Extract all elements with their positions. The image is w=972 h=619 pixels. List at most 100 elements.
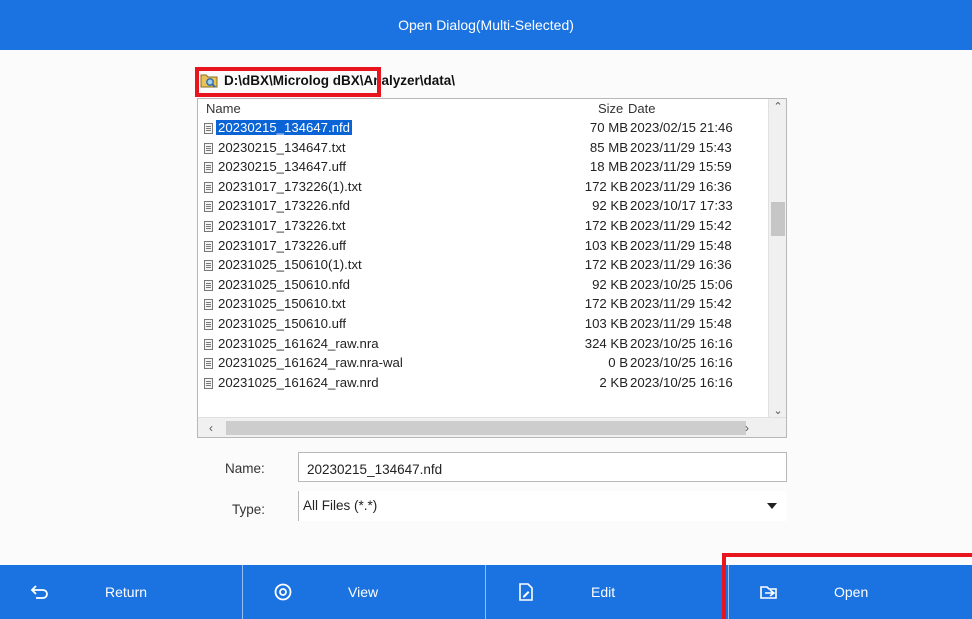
- file-row[interactable]: 20231025_150610.nfd 92 KB 2023/10/25 15:06: [198, 276, 768, 296]
- file-row[interactable]: 20230215_134647.uff 18 MB 2023/11/29 15:59: [198, 158, 768, 178]
- file-name: 20231025_150610.uff: [218, 315, 347, 331]
- file-list[interactable]: Name Size Date 20230215_134647.nfd 70 MB 2…: [197, 98, 787, 438]
- file-size: 2 KB: [599, 374, 628, 390]
- file-name: 20231025_161624_raw.nra: [218, 335, 379, 351]
- file-name: 20231017_173226.uff: [218, 237, 347, 253]
- file-name: 20230215_134647.uff: [218, 159, 347, 175]
- file-rows: 20230215_134647.nfd 70 MB 2023/02/15 21:46…: [198, 119, 768, 393]
- file-row[interactable]: 20231025_150610(1).txt 172 KB 2023/11/29 1…: [198, 256, 768, 276]
- file-icon: [204, 279, 213, 291]
- column-header-size[interactable]: Size: [598, 101, 623, 117]
- file-date: 2023/11/29 15:48: [630, 237, 732, 253]
- file-size: 0 B: [608, 355, 628, 371]
- name-label: Name:: [225, 461, 265, 476]
- horizontal-scroll-thumb[interactable]: [226, 421, 746, 435]
- type-label: Type:: [232, 502, 266, 517]
- file-type-select[interactable]: All Files (*.*): [298, 491, 787, 521]
- file-name-field[interactable]: [298, 452, 787, 482]
- file-size: 70 MB: [589, 120, 628, 135]
- horizontal-scrollbar[interactable]: ‹ ›: [198, 417, 786, 437]
- file-name: 20231017_173226.txt: [218, 217, 346, 233]
- file-row[interactable]: 20231025_161624_raw.nra-wal 0 B 2023/10/25…: [198, 354, 768, 374]
- file-size: 103 KB: [584, 237, 628, 253]
- bottom-toolbar: Return View Edit Open: [0, 565, 972, 619]
- file-date: 2023/10/25 16:16: [630, 374, 733, 390]
- open-label: Open: [834, 584, 869, 600]
- file-row[interactable]: 20231017_173226.uff 103 KB 2023/11/29 15:4…: [198, 237, 768, 257]
- folder-search-icon: [200, 74, 218, 88]
- view-label: View: [348, 584, 379, 600]
- column-header-name[interactable]: Name: [206, 101, 241, 117]
- open-folder-icon: [760, 586, 777, 599]
- file-date: 2023/02/15 21:46: [630, 120, 733, 135]
- file-name: 20231017_173226.nfd: [218, 198, 351, 214]
- file-row[interactable]: 20230215_134647.nfd 70 MB 2023/02/15 21:46: [198, 119, 768, 139]
- dropdown-caret-icon[interactable]: [767, 503, 777, 509]
- file-icon: [204, 201, 213, 213]
- file-icon: [204, 377, 213, 389]
- file-size: 18 MB: [589, 159, 628, 175]
- window-title: Open Dialog(Multi-Selected): [398, 17, 574, 33]
- file-name: 20231017_173226(1).txt: [218, 178, 362, 194]
- file-icon: [204, 318, 213, 330]
- return-button[interactable]: Return: [0, 565, 243, 619]
- view-button[interactable]: View: [243, 565, 486, 619]
- vertical-scrollbar[interactable]: ⌃ ⌄: [768, 99, 786, 419]
- file-date: 2023/10/25 15:06: [630, 276, 733, 292]
- column-header-date[interactable]: Date: [628, 101, 655, 117]
- return-label: Return: [105, 584, 148, 600]
- scroll-left-icon[interactable]: ‹: [202, 418, 220, 437]
- file-date: 2023/11/29 16:36: [630, 257, 732, 273]
- file-row[interactable]: 20231025_161624_raw.nrd 2 KB 2023/10/25 16…: [198, 374, 768, 394]
- return-icon: [30, 585, 48, 599]
- file-size: 103 KB: [584, 315, 628, 331]
- file-name: 20231025_150610(1).txt: [218, 257, 362, 273]
- file-icon: [204, 240, 213, 252]
- file-row[interactable]: 20231025_150610.uff 103 KB 2023/11/29 15:4…: [198, 315, 768, 335]
- file-size: 92 KB: [592, 198, 628, 214]
- vertical-scroll-thumb[interactable]: [771, 202, 785, 236]
- file-date: 2023/11/29 15:43: [630, 139, 732, 155]
- file-row[interactable]: 20230215_134647.txt 85 MB 2023/11/29 15:43: [198, 139, 768, 159]
- file-icon: [204, 220, 213, 232]
- file-size: 92 KB: [592, 276, 628, 292]
- dialog-body: D:\dBX\Microlog dBX\Analyzer\data\ Name …: [0, 50, 972, 565]
- open-button[interactable]: Open: [729, 565, 972, 619]
- file-row[interactable]: 20231017_173226.nfd 92 KB 2023/10/17 17:33: [198, 197, 768, 217]
- file-name: 20231025_150610.txt: [218, 296, 346, 312]
- file-name: 20230215_134647.nfd: [216, 120, 353, 135]
- file-size: 85 MB: [589, 139, 628, 155]
- file-size: 172 KB: [584, 257, 628, 273]
- file-date: 2023/11/29 15:48: [630, 315, 732, 331]
- scroll-right-icon[interactable]: ›: [738, 418, 756, 437]
- file-date: 2023/11/29 15:42: [630, 217, 732, 233]
- file-type-value: All Files (*.*): [303, 498, 378, 513]
- file-date: 2023/10/25 16:16: [630, 355, 733, 371]
- file-row[interactable]: 20231017_173226.txt 172 KB 2023/11/29 15:4…: [198, 217, 768, 237]
- file-date: 2023/11/29 16:36: [630, 178, 732, 194]
- file-date: 2023/10/17 17:33: [630, 198, 733, 214]
- file-name: 20231025_161624_raw.nrd: [218, 374, 379, 390]
- file-icon: [204, 358, 213, 370]
- edit-label: Edit: [591, 584, 616, 600]
- current-path: D:\dBX\Microlog dBX\Analyzer\data\: [200, 70, 455, 90]
- path-text: D:\dBX\Microlog dBX\Analyzer\data\: [224, 72, 456, 88]
- window-title-bar: Open Dialog(Multi-Selected): [0, 0, 972, 50]
- file-name: 20230215_134647.txt: [218, 139, 346, 155]
- file-icon: [204, 260, 213, 272]
- edit-document-icon: [519, 583, 533, 601]
- edit-button[interactable]: Edit: [486, 565, 729, 619]
- file-size: 324 KB: [584, 335, 628, 351]
- file-row[interactable]: 20231025_150610.txt 172 KB 2023/11/29 15:4…: [198, 295, 768, 315]
- file-date: 2023/11/29 15:42: [630, 296, 732, 312]
- scroll-up-icon[interactable]: ⌃: [769, 99, 786, 115]
- file-name: 20231025_161624_raw.nra-wal: [218, 355, 403, 371]
- file-icon: [204, 181, 213, 193]
- file-row[interactable]: 20231017_173226(1).txt 172 KB 2023/11/29 1…: [198, 178, 768, 198]
- eye-icon: [274, 583, 292, 601]
- file-icon: [204, 142, 213, 154]
- file-size: 172 KB: [584, 296, 628, 312]
- file-date: 2023/11/29 15:59: [630, 159, 732, 175]
- file-row[interactable]: 20231025_161624_raw.nra 324 KB 2023/10/25 …: [198, 335, 768, 355]
- file-size: 172 KB: [584, 178, 628, 194]
